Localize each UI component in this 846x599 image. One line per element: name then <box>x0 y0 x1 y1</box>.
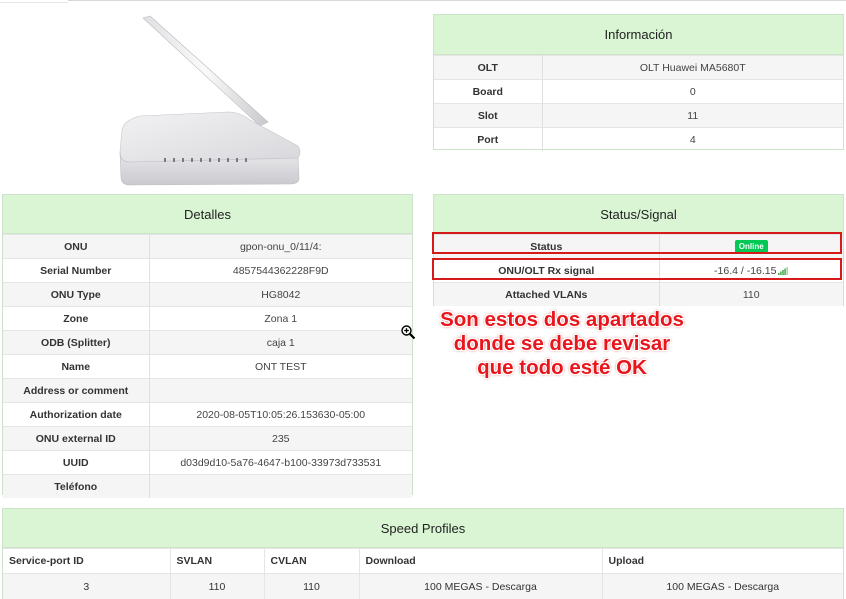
onu-type-label: ONU Type <box>3 282 150 307</box>
vlans-label: Attached VLANs <box>434 282 660 306</box>
slot-label: Slot <box>434 103 543 128</box>
olt-label: OLT <box>434 55 543 80</box>
auth-date-label: Authorization date <box>3 402 150 427</box>
col-svlan: SVLAN <box>170 548 265 574</box>
annotation-line-2: donde se debe revisar <box>453 332 671 355</box>
telefono-value <box>149 474 412 498</box>
detalles-panel: Detalles ONU gpon-onu_0/11/4: Serial Numb… <box>2 194 413 498</box>
annotation-line-1: Son estos dos apartados <box>440 308 684 331</box>
upload-value: 100 MEGAS - Descarga <box>602 573 843 599</box>
service-port-id-value: 3 <box>3 573 171 599</box>
svlan-value: 110 <box>170 573 265 599</box>
port-value: 4 <box>542 127 843 151</box>
download-value: 100 MEGAS - Descarga <box>359 573 603 599</box>
address-value <box>149 378 412 403</box>
speed-profiles-panel: Speed Profiles Service-port ID SVLAN CVL… <box>2 508 844 599</box>
vlans-value: 110 <box>659 282 843 306</box>
table-row: Teléfono <box>3 474 412 498</box>
odb-label: ODB (Splitter) <box>3 330 150 355</box>
auth-date-value: 2020-08-05T10:05:26.153630-05:00 <box>149 402 412 427</box>
table-row: ONU gpon-onu_0/11/4: <box>3 234 412 259</box>
top-divider <box>68 0 846 1</box>
table-row: Board 0 <box>434 79 843 104</box>
table-row: OLT OLT Huawei MA5680T <box>434 55 843 80</box>
telefono-label: Teléfono <box>3 474 150 498</box>
name-label: Name <box>3 354 150 379</box>
onu-value: gpon-onu_0/11/4: <box>149 234 412 259</box>
address-label: Address or comment <box>3 378 150 403</box>
olt-value: OLT Huawei MA5680T <box>542 55 843 80</box>
rx-signal-highlight-box <box>432 258 842 280</box>
table-row: ONU Type HG8042 <box>3 282 412 307</box>
table-row: Address or comment <box>3 378 412 403</box>
board-value: 0 <box>542 79 843 104</box>
onu-type-value: HG8042 <box>149 282 412 307</box>
port-label: Port <box>434 127 543 151</box>
detalles-table: ONU gpon-onu_0/11/4: Serial Number 4857544… <box>3 234 412 498</box>
table-row: Port 4 <box>434 127 843 151</box>
external-id-label: ONU external ID <box>3 426 150 451</box>
informacion-panel: Información OLT OLT Huawei MA5680T Board 0… <box>433 14 844 151</box>
status-highlight-box <box>432 232 842 254</box>
speed-profiles-title: Speed Profiles <box>3 509 843 548</box>
uuid-value: d03d9d10-5a76-4647-b100-33973d733531 <box>149 450 412 475</box>
col-upload: Upload <box>602 548 843 574</box>
table-row: Serial Number 4857544362228F9D <box>3 258 412 283</box>
col-cvlan: CVLAN <box>264 548 360 574</box>
table-row: Zone Zona 1 <box>3 306 412 331</box>
annotation-text: Son estos dos apartados donde se debe re… <box>412 308 712 380</box>
col-service-port-id: Service-port ID <box>3 548 171 574</box>
table-header-row: Service-port ID SVLAN CVLAN Download Upl… <box>3 548 843 574</box>
detalles-title: Detalles <box>3 195 412 234</box>
col-download: Download <box>359 548 603 574</box>
table-row: Name ONT TEST <box>3 354 412 379</box>
cvlan-value: 110 <box>264 573 360 599</box>
table-row: UUID d03d9d10-5a76-4647-b100-33973d733531 <box>3 450 412 475</box>
table-row: ODB (Splitter) caja 1 <box>3 330 412 355</box>
name-value: ONT TEST <box>149 354 412 379</box>
zone-label: Zone <box>3 306 150 331</box>
slot-value: 11 <box>542 103 843 128</box>
onu-label: ONU <box>3 234 150 259</box>
table-row: Authorization date 2020-08-05T10:05:26.15… <box>3 402 412 427</box>
table-row: 3 110 110 100 MEGAS - Descarga 100 MEGAS… <box>3 573 843 599</box>
zone-value: Zona 1 <box>149 306 412 331</box>
informacion-title: Información <box>434 15 843 55</box>
onu-device-image <box>119 15 301 186</box>
annotation-line-3: que todo esté OK <box>477 356 647 379</box>
top-divider-left <box>0 2 68 3</box>
board-label: Board <box>434 79 543 104</box>
serial-label: Serial Number <box>3 258 150 283</box>
informacion-table: OLT OLT Huawei MA5680T Board 0 Slot 11 Port… <box>434 55 843 151</box>
uuid-label: UUID <box>3 450 150 475</box>
odb-value: caja 1 <box>149 330 412 355</box>
table-row: Attached VLANs 110 <box>434 282 843 306</box>
external-id-value: 235 <box>149 426 412 451</box>
serial-value: 4857544362228F9D <box>149 258 412 283</box>
speed-profiles-table: Service-port ID SVLAN CVLAN Download Upl… <box>3 548 843 599</box>
table-row: ONU external ID 235 <box>3 426 412 451</box>
table-row: Slot 11 <box>434 103 843 128</box>
status-signal-title: Status/Signal <box>434 195 843 234</box>
